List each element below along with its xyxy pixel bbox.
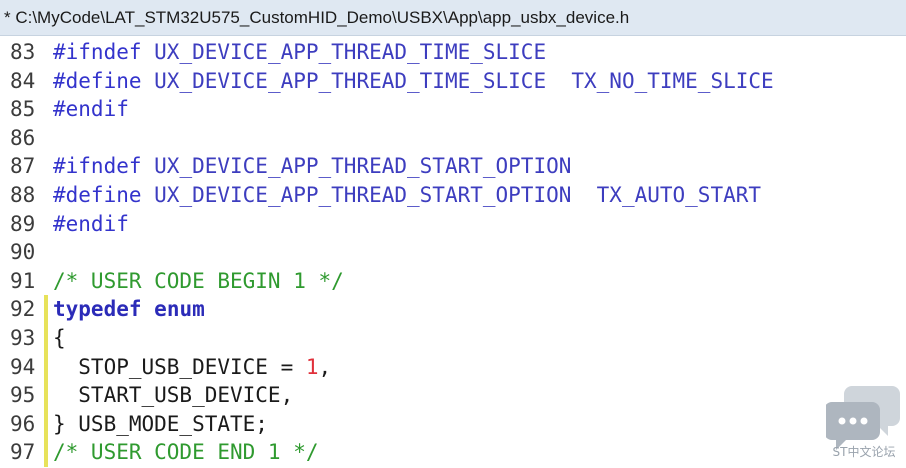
line-number: 97 — [10, 440, 36, 465]
change-marker — [44, 295, 48, 324]
code-token: /* USER CODE BEGIN 1 */ — [53, 268, 344, 293]
code-token: } USB_MODE_STATE; — [53, 411, 268, 436]
line-number: 89 — [10, 211, 36, 236]
line-number: 83 — [10, 40, 36, 64]
code-editor[interactable]: 83 #ifndef UX_DEVICE_APP_THREAD_TIME_SLIC… — [0, 38, 906, 468]
line-number: 88 — [10, 183, 36, 207]
change-marker — [44, 409, 48, 439]
code-line[interactable]: 92 typedef enum — [0, 295, 906, 324]
code-text: START_USB_DEVICE, — [53, 381, 293, 410]
code-line[interactable]: 84 #define UX_DEVICE_APP_THREAD_TIME_SLIC… — [0, 67, 906, 96]
code-token: START_USB_DEVICE, — [53, 383, 294, 408]
code-text: #define UX_DEVICE_APP_THREAD_START_OPTIO… — [53, 181, 761, 210]
code-line[interactable]: 91 /* USER CODE BEGIN 1 */ — [0, 267, 906, 296]
code-line[interactable]: 85 #endif — [0, 95, 906, 124]
code-text: /* USER CODE BEGIN 1 */ — [53, 267, 344, 296]
code-token: #endif — [53, 97, 129, 122]
code-text: typedef enum — [53, 295, 205, 324]
code-text: #endif — [53, 95, 129, 124]
line-number: 95 — [10, 383, 36, 408]
code-text: { — [53, 324, 66, 353]
code-token: UX_DEVICE_APP_THREAD_START_OPTION — [141, 154, 572, 179]
code-line[interactable]: 86 — [0, 124, 906, 153]
code-text: #ifndef UX_DEVICE_APP_THREAD_START_OPTIO… — [53, 152, 571, 181]
change-marker — [44, 352, 48, 382]
code-token: UX_DEVICE_APP_THREAD_TIME_SLICE TX_NO_TI… — [141, 68, 774, 93]
code-token: UX_DEVICE_APP_THREAD_START_OPTION TX_AUT… — [141, 183, 762, 207]
code-token: UX_DEVICE_APP_THREAD_TIME_SLICE — [141, 40, 547, 64]
code-line[interactable]: 95 START_USB_DEVICE, — [0, 381, 906, 410]
code-token: #ifndef — [53, 40, 142, 64]
code-line[interactable]: 83 #ifndef UX_DEVICE_APP_THREAD_TIME_SLIC… — [0, 38, 906, 67]
code-token: { — [53, 326, 66, 350]
line-number: 96 — [10, 411, 36, 436]
line-number: 90 — [10, 240, 36, 265]
code-token: /* USER CODE END 1 */ — [53, 440, 319, 465]
line-number: 87 — [10, 154, 36, 179]
code-text: #define UX_DEVICE_APP_THREAD_TIME_SLICE … — [53, 67, 774, 96]
code-line[interactable]: 94 STOP_USB_DEVICE = 1, — [0, 352, 906, 382]
code-text: /* USER CODE END 1 */ — [53, 438, 319, 467]
change-marker — [44, 324, 48, 353]
code-token: enum — [154, 297, 205, 322]
code-token: #define — [53, 68, 142, 93]
code-token: #ifndef — [53, 154, 142, 179]
watermark-label: ST中文论坛 — [832, 445, 896, 459]
line-number: 91 — [10, 268, 36, 293]
file-tab-title[interactable]: * C:\MyCode\LAT_STM32U575_CustomHID_Demo… — [4, 8, 629, 28]
code-line[interactable]: 96 } USB_MODE_STATE; — [0, 409, 906, 439]
code-line[interactable]: 97 /* USER CODE END 1 */ — [0, 438, 906, 467]
line-number: 86 — [10, 125, 36, 150]
code-token: typedef — [53, 297, 142, 322]
code-text: #endif — [53, 210, 129, 239]
code-token: STOP_USB_DEVICE = — [53, 354, 306, 379]
code-text: #ifndef UX_DEVICE_APP_THREAD_TIME_SLICE — [53, 38, 546, 67]
line-number: 84 — [10, 68, 36, 93]
code-line[interactable]: 93 { — [0, 324, 906, 353]
code-line[interactable]: 88 #define UX_DEVICE_APP_THREAD_START_OPT… — [0, 181, 906, 210]
line-number: 93 — [10, 326, 36, 350]
file-tab-bar[interactable]: * C:\MyCode\LAT_STM32U575_CustomHID_Demo… — [0, 0, 906, 36]
code-token: 1 — [305, 354, 319, 379]
code-token: #endif — [53, 211, 129, 236]
code-token: #define — [53, 183, 142, 207]
code-line[interactable]: 89 #endif — [0, 210, 906, 239]
code-line[interactable]: 87 #ifndef UX_DEVICE_APP_THREAD_START_OPT… — [0, 152, 906, 181]
code-line[interactable]: 90 — [0, 238, 906, 267]
change-marker — [44, 381, 48, 410]
line-number: 94 — [10, 354, 36, 379]
code-text: STOP_USB_DEVICE = 1, — [53, 353, 331, 382]
code-token: , — [318, 354, 332, 379]
line-number: 92 — [10, 297, 36, 322]
code-text: } USB_MODE_STATE; — [53, 410, 268, 439]
line-number: 85 — [10, 97, 36, 122]
change-marker — [44, 438, 48, 467]
